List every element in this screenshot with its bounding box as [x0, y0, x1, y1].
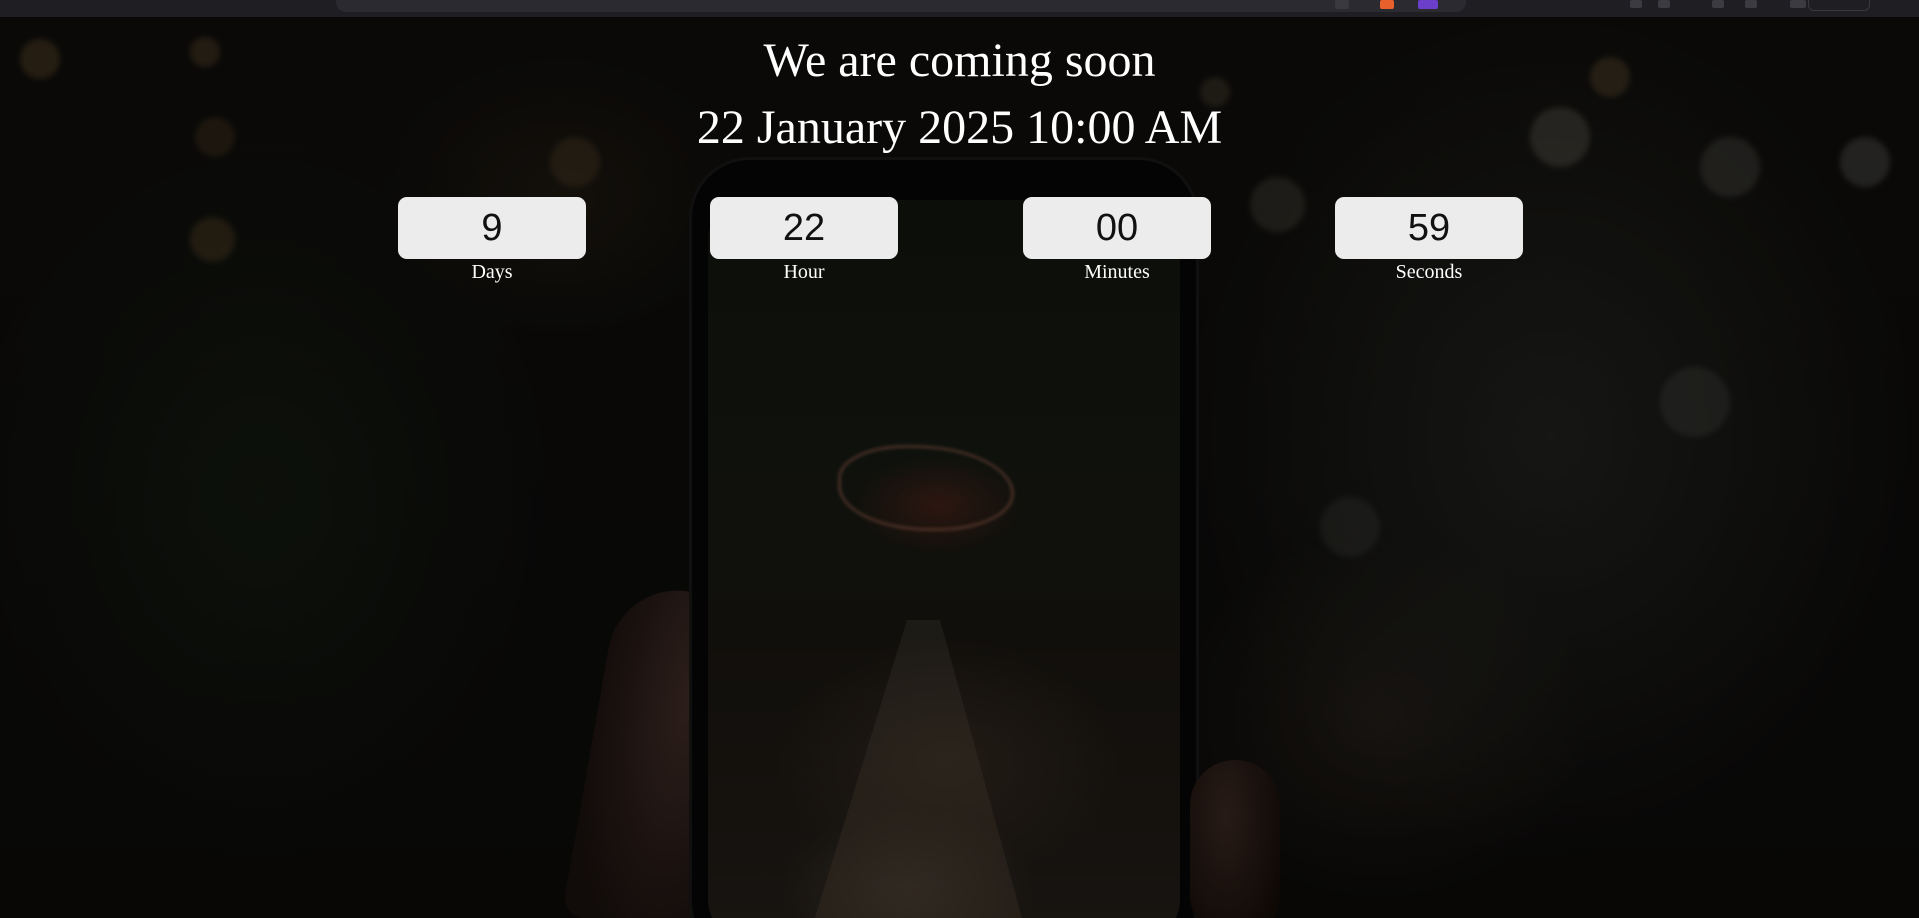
brave-shield-icon[interactable]: [1380, 0, 1394, 9]
countdown-seconds-label: Seconds: [1395, 261, 1463, 283]
address-bar[interactable]: [336, 0, 1466, 12]
countdown-days-value: 9: [398, 197, 586, 259]
countdown-minutes-label: Minutes: [1084, 261, 1150, 283]
countdown-days-label: Days: [471, 261, 513, 283]
countdown-timer: 9 Days 22 Hour 00 Minutes 59 Seconds: [0, 197, 1919, 297]
countdown-days: 9 Days: [398, 197, 586, 284]
extension-icon[interactable]: [1630, 0, 1642, 8]
extension-icon[interactable]: [1335, 0, 1349, 9]
launch-date: 22 January 2025 10:00 AM: [696, 101, 1223, 154]
countdown-hours-label: Hour: [783, 261, 825, 283]
coming-soon-page: We are coming soon 22 January 2025 10:00…: [0, 0, 1919, 918]
countdown-seconds-value: 59: [1335, 197, 1523, 259]
countdown-hours-value: 22: [710, 197, 898, 259]
wallet-icon[interactable]: [1745, 0, 1757, 8]
hero-content: We are coming soon 22 January 2025 10:00…: [0, 17, 1919, 283]
puzzle-icon[interactable]: [1658, 0, 1670, 8]
page-title: We are coming soon: [763, 34, 1156, 87]
countdown-minutes: 00 Minutes: [1023, 197, 1211, 284]
countdown-minutes-value: 00: [1023, 197, 1211, 259]
countdown-seconds: 59 Seconds: [1335, 197, 1523, 284]
countdown-hours: 22 Hour: [710, 197, 898, 284]
profile-button[interactable]: [1808, 0, 1870, 11]
extension-icon[interactable]: [1418, 0, 1438, 9]
sidebar-icon[interactable]: [1712, 0, 1724, 8]
browser-toolbar: [0, 0, 1919, 17]
menu-icon[interactable]: [1790, 0, 1806, 8]
